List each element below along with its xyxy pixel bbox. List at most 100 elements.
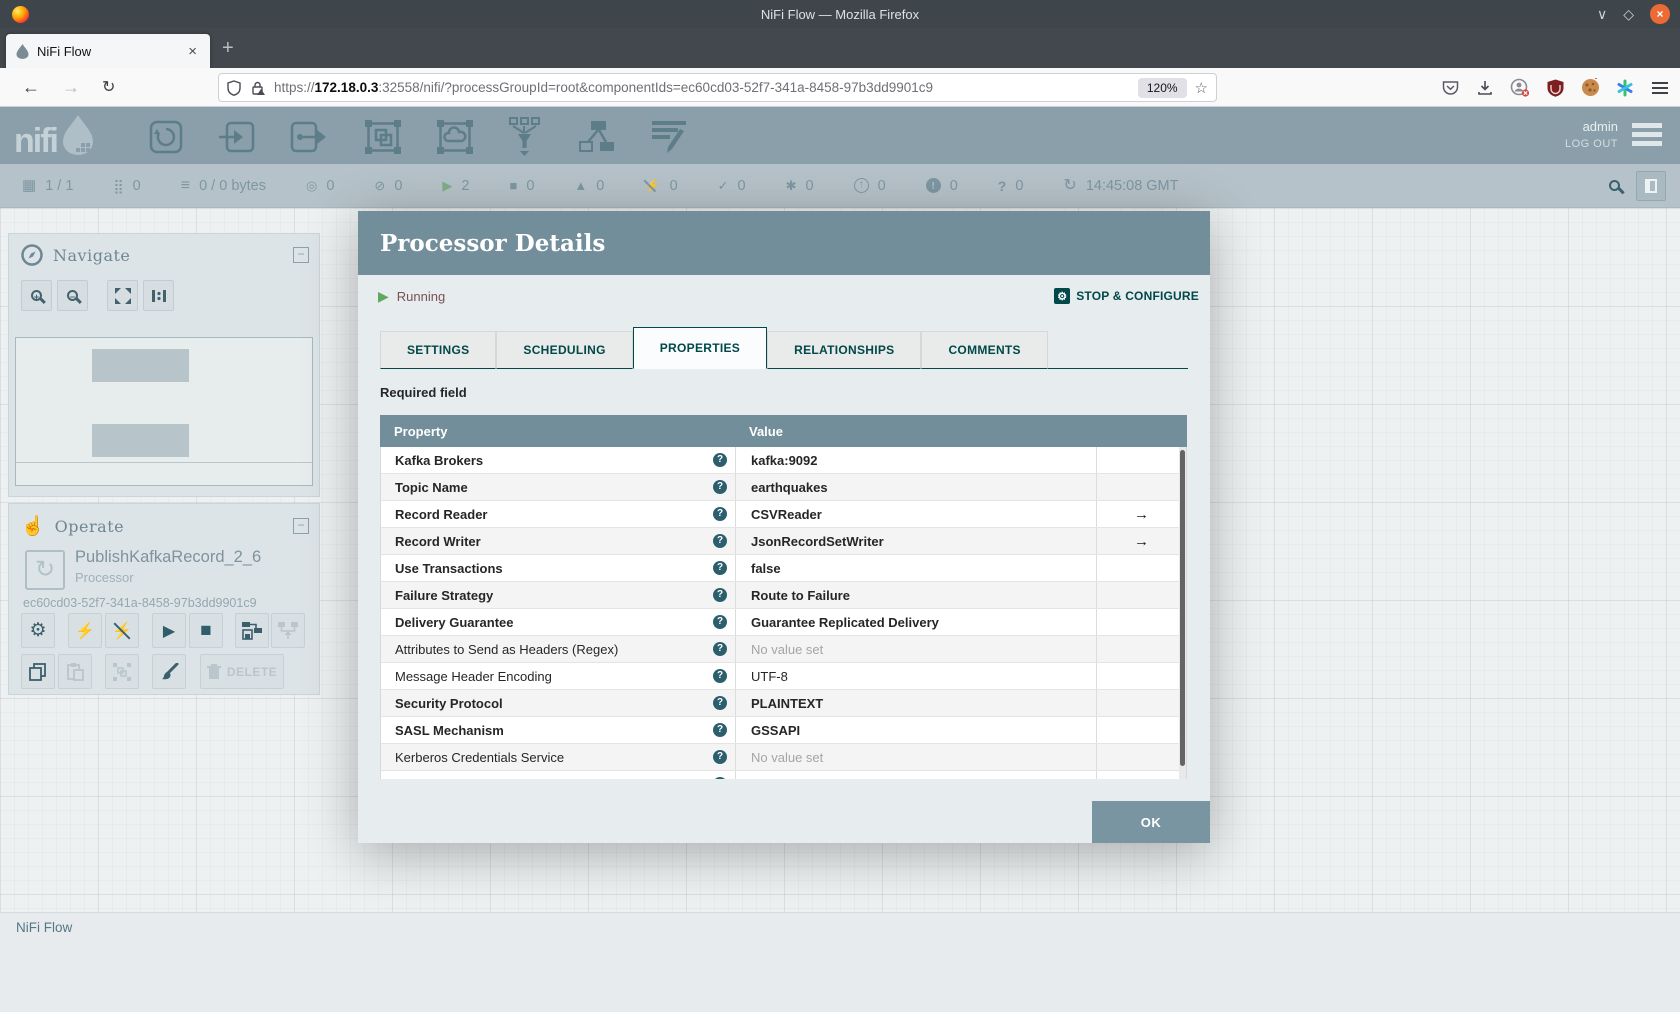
tab-scheduling[interactable]: SCHEDULING bbox=[496, 331, 633, 369]
template-icon[interactable] bbox=[578, 120, 616, 154]
go-to-service-icon[interactable]: → bbox=[1134, 506, 1149, 523]
ok-button[interactable]: OK bbox=[1092, 801, 1210, 843]
property-value[interactable]: GSSAPI bbox=[751, 723, 800, 738]
tab-close-icon[interactable]: × bbox=[185, 43, 200, 60]
tab-title: NiFi Flow bbox=[37, 43, 92, 59]
tab-relationships[interactable]: RELATIONSHIPS bbox=[767, 331, 922, 369]
ublock-extension-icon[interactable] bbox=[1545, 78, 1565, 98]
zoom-level-badge[interactable]: 120% bbox=[1137, 77, 1187, 98]
property-value[interactable]: UTF-8 bbox=[751, 669, 788, 684]
tab-comments[interactable]: COMMENTS bbox=[921, 331, 1048, 369]
property-value[interactable]: PLAINTEXT bbox=[751, 696, 823, 711]
search-icon[interactable] bbox=[1609, 180, 1620, 191]
help-icon[interactable]: ? bbox=[713, 750, 727, 764]
cookie-extension-icon[interactable] bbox=[1580, 78, 1600, 98]
help-icon[interactable]: ? bbox=[713, 723, 727, 737]
lock-warning-icon[interactable] bbox=[250, 80, 266, 96]
help-icon[interactable]: ? bbox=[713, 480, 727, 494]
identity-extension-icon[interactable] bbox=[1510, 78, 1530, 98]
browser-menu-icon[interactable] bbox=[1650, 78, 1670, 98]
property-value[interactable]: No value set bbox=[751, 777, 823, 780]
navigate-collapse-button[interactable]: − bbox=[293, 247, 309, 263]
output-port-icon[interactable] bbox=[290, 120, 330, 154]
help-icon[interactable]: ? bbox=[713, 561, 727, 575]
help-icon[interactable]: ? bbox=[713, 534, 727, 548]
help-icon[interactable]: ? bbox=[713, 642, 727, 656]
stop-button[interactable]: ■ bbox=[189, 613, 223, 648]
table-scrollbar-thumb[interactable] bbox=[1180, 450, 1185, 766]
cluster-icon bbox=[22, 178, 36, 193]
breadcrumb[interactable]: NiFi Flow bbox=[16, 920, 72, 935]
flow-settings-button[interactable] bbox=[1636, 170, 1666, 201]
remote-process-group-icon[interactable] bbox=[436, 119, 474, 155]
process-group-icon[interactable] bbox=[364, 119, 402, 155]
property-row: Delivery Guarantee? Guarantee Replicated … bbox=[381, 609, 1186, 636]
window-maximize-icon[interactable]: ◇ bbox=[1623, 7, 1634, 21]
help-icon[interactable]: ? bbox=[713, 696, 727, 710]
back-button[interactable]: ← bbox=[22, 77, 40, 98]
tab-properties[interactable]: PROPERTIES bbox=[632, 327, 768, 369]
processor-icon[interactable] bbox=[148, 119, 184, 155]
help-icon[interactable]: ? bbox=[713, 777, 727, 779]
start-button[interactable]: ▶ bbox=[152, 613, 186, 648]
property-value[interactable]: CSVReader bbox=[751, 507, 822, 522]
change-color-button[interactable] bbox=[152, 654, 186, 689]
property-value[interactable]: Guarantee Replicated Delivery bbox=[751, 615, 939, 630]
colorful-extension-icon[interactable] bbox=[1615, 78, 1635, 98]
logout-link[interactable]: LOG OUT bbox=[1565, 138, 1618, 150]
help-icon[interactable]: ? bbox=[713, 507, 727, 521]
tracking-shield-icon[interactable] bbox=[227, 79, 241, 96]
zoom-in-button[interactable]: + bbox=[21, 280, 52, 311]
download-icon[interactable] bbox=[1475, 78, 1495, 98]
tab-settings[interactable]: SETTINGS bbox=[380, 331, 497, 369]
property-value[interactable]: No value set bbox=[751, 642, 823, 657]
property-name: Record Reader bbox=[395, 506, 488, 522]
help-icon[interactable]: ? bbox=[713, 453, 727, 467]
property-row: Security Protocol? PLAINTEXT bbox=[381, 690, 1186, 717]
funnel-icon[interactable] bbox=[508, 117, 544, 157]
pocket-icon[interactable] bbox=[1440, 78, 1460, 98]
operate-collapse-button[interactable]: − bbox=[293, 518, 309, 534]
property-row: Message Header Encoding? UTF-8 bbox=[381, 663, 1186, 690]
flow-stat: 0 bbox=[306, 178, 334, 194]
table-scrollbar[interactable] bbox=[1179, 447, 1186, 779]
up-to-date-icon bbox=[718, 179, 729, 192]
property-name: Failure Strategy bbox=[395, 587, 494, 603]
label-icon[interactable] bbox=[650, 119, 688, 155]
copy-button[interactable] bbox=[21, 654, 55, 689]
nifi-global-menu-icon[interactable] bbox=[1632, 123, 1662, 150]
url-text: https://172.18.0.3:32558/nifi/?processGr… bbox=[274, 80, 933, 95]
birdseye-map[interactable] bbox=[15, 337, 313, 486]
browser-tab[interactable]: NiFi Flow × bbox=[6, 34, 210, 68]
selected-component-type: Processor bbox=[75, 570, 134, 585]
flow-stat-value: 0 / 0 bytes bbox=[199, 177, 266, 194]
refresh-icon[interactable]: ↻ bbox=[1063, 177, 1076, 194]
stop-and-configure-button[interactable]: ⚙ STOP & CONFIGURE bbox=[1054, 288, 1199, 304]
property-value[interactable]: false bbox=[751, 561, 781, 576]
property-value[interactable]: Route to Failure bbox=[751, 588, 850, 603]
property-value[interactable]: No value set bbox=[751, 750, 823, 765]
disable-button[interactable]: ⚡ bbox=[105, 613, 139, 648]
help-icon[interactable]: ? bbox=[713, 669, 727, 683]
new-tab-button[interactable]: + bbox=[222, 38, 234, 58]
enable-button[interactable]: ⚡ bbox=[68, 613, 102, 648]
help-icon[interactable]: ? bbox=[713, 588, 727, 602]
window-close-icon[interactable]: × bbox=[1650, 4, 1670, 24]
zoom-actual-size-button[interactable] bbox=[143, 280, 174, 311]
configure-button[interactable]: ⚙ bbox=[21, 613, 55, 648]
input-port-icon[interactable] bbox=[218, 120, 256, 154]
property-value[interactable]: earthquakes bbox=[751, 480, 828, 495]
bookmark-star-icon[interactable]: ☆ bbox=[1195, 79, 1208, 97]
nifi-header: nifi admin LOG OUT bbox=[0, 107, 1680, 164]
reload-button[interactable]: ↻ bbox=[102, 77, 115, 97]
go-to-service-icon[interactable]: → bbox=[1134, 533, 1149, 550]
save-template-button[interactable] bbox=[235, 613, 269, 648]
locally-modified-icon bbox=[786, 179, 797, 192]
url-bar[interactable]: https://172.18.0.3:32558/nifi/?processGr… bbox=[218, 73, 1217, 102]
property-value[interactable]: JsonRecordSetWriter bbox=[751, 534, 884, 549]
zoom-out-button[interactable]: − bbox=[57, 280, 88, 311]
help-icon[interactable]: ? bbox=[713, 615, 727, 629]
zoom-fit-button[interactable] bbox=[107, 280, 138, 311]
window-minimize-icon[interactable]: ∨ bbox=[1597, 7, 1607, 21]
property-value[interactable]: kafka:9092 bbox=[751, 453, 818, 468]
